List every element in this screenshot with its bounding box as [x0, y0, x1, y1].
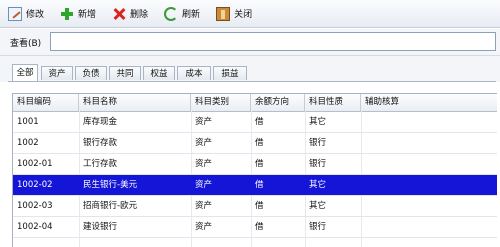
account-code: 1002-03 [17, 201, 53, 211]
tab-equity[interactable]: 权益 [143, 66, 175, 80]
search-bar: 查看(B) [0, 29, 500, 56]
table-row-selected[interactable]: 1002-02 民生银行-美元 资产 借 其它 [13, 175, 497, 196]
refresh-label: 刷新 [182, 10, 201, 20]
column-header[interactable]: 科目性质 [305, 94, 361, 111]
table-row[interactable]: 1002-01 工行存款 资产 借 银行 [13, 154, 497, 175]
account-category: 资产 [195, 201, 213, 211]
balance-direction: 借 [255, 222, 264, 232]
add-label: 新增 [78, 10, 97, 20]
accounts-table: 科目编码 科目名称 科目类别 余额方向 科目性质 辅助核算 1001 库存现金 … [12, 93, 497, 247]
balance-direction: 借 [255, 159, 264, 169]
tab-common[interactable]: 共同 [109, 66, 141, 80]
account-category: 资产 [195, 180, 213, 190]
tab-liabilities[interactable]: 负债 [75, 66, 107, 80]
account-name: 招商银行-欧元 [83, 201, 138, 211]
account-nature: 其它 [309, 201, 327, 211]
auxiliary-accounting [361, 175, 497, 195]
column-header[interactable]: 辅助核算 [361, 94, 497, 111]
table-row[interactable]: 1002-03 招商银行-欧元 资产 借 其它 [13, 196, 497, 217]
table-row[interactable]: 1001 库存现金 资产 借 其它 [13, 112, 497, 133]
account-code: 1001 [17, 117, 39, 127]
close-icon [216, 6, 231, 21]
account-category: 资产 [195, 117, 213, 127]
toolbar: 修改 新增 删除 刷新 关闭 [0, 0, 500, 28]
auxiliary-accounting [361, 154, 497, 174]
delete-label: 删除 [130, 10, 149, 20]
column-header[interactable]: 科目名称 [79, 94, 191, 111]
column-header[interactable]: 科目类别 [191, 94, 251, 111]
account-name: 银行存款 [83, 138, 118, 148]
tab-assets[interactable]: 资产 [41, 66, 73, 80]
account-category: 资产 [195, 138, 213, 148]
account-nature: 其它 [309, 180, 327, 190]
auxiliary-accounting [361, 196, 497, 216]
account-nature: 其它 [309, 117, 327, 127]
balance-direction: 借 [255, 180, 264, 190]
account-code: 1002-02 [17, 180, 53, 190]
auxiliary-accounting [361, 217, 497, 237]
column-header[interactable]: 余额方向 [251, 94, 305, 111]
account-name: 库存现金 [83, 117, 118, 127]
account-name: 工行存款 [83, 159, 118, 169]
table-row[interactable]: 1002 银行存款 资产 借 银行 [13, 133, 497, 154]
edit-label: 修改 [26, 10, 45, 20]
balance-direction: 借 [255, 117, 264, 127]
tab-divider [8, 81, 496, 82]
account-nature: 银行 [309, 138, 327, 148]
account-code: 1002-04 [17, 222, 53, 232]
tab-profit-loss[interactable]: 损益 [213, 66, 247, 80]
delete-button[interactable]: 删除 [108, 3, 154, 25]
account-code: 1002 [17, 138, 39, 148]
refresh-icon [164, 6, 179, 21]
table-header: 科目编码 科目名称 科目类别 余额方向 科目性质 辅助核算 [13, 94, 497, 112]
account-category: 资产 [195, 159, 213, 169]
account-category: 资产 [195, 222, 213, 232]
close-button[interactable]: 关闭 [212, 3, 258, 25]
search-label: 查看(B) [10, 39, 42, 49]
tab-cost[interactable]: 成本 [177, 66, 211, 80]
search-input[interactable] [50, 32, 496, 51]
edit-icon [8, 6, 22, 21]
column-header[interactable]: 科目编码 [13, 94, 79, 111]
delete-icon [112, 7, 126, 21]
auxiliary-accounting [361, 133, 497, 153]
refresh-button[interactable]: 刷新 [160, 3, 206, 25]
account-nature: 银行 [309, 159, 327, 169]
tab-all[interactable]: 全部 [12, 64, 38, 81]
auxiliary-accounting [361, 112, 497, 132]
balance-direction: 借 [255, 201, 264, 211]
add-button[interactable]: 新增 [56, 3, 102, 25]
account-code: 1002-01 [17, 159, 53, 169]
balance-direction: 借 [255, 138, 264, 148]
account-name: 建设银行 [83, 222, 118, 232]
category-tabs: 全部 资产 负债 共同 权益 成本 损益 [0, 56, 500, 82]
add-icon [60, 7, 74, 21]
edit-button[interactable]: 修改 [4, 3, 50, 25]
account-name: 民生银行-美元 [83, 180, 138, 190]
account-nature: 银行 [309, 222, 327, 232]
close-label: 关闭 [234, 10, 253, 20]
table-row[interactable]: 1002-04 建设银行 资产 借 银行 [13, 217, 497, 238]
